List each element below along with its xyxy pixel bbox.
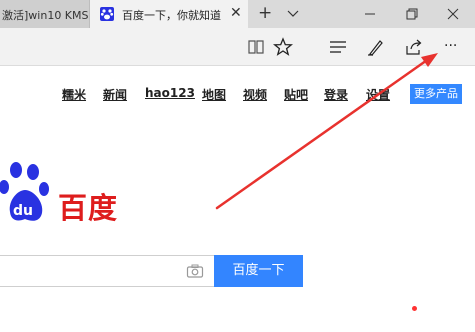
tab-kms[interactable]: 激活]win10 KMS — [0, 0, 90, 28]
window-close-icon[interactable] — [433, 0, 473, 28]
tab-baidu[interactable]: 百度一下，你就知道 ✕ — [90, 0, 248, 28]
search-input[interactable] — [0, 255, 214, 287]
restore-icon[interactable] — [390, 0, 430, 28]
tab-list-chevron-icon[interactable] — [286, 6, 300, 25]
camera-icon[interactable] — [186, 263, 204, 279]
web-note-icon[interactable] — [366, 37, 386, 57]
svg-text:du: du — [13, 203, 33, 219]
link-tieba[interactable]: 贴吧 — [284, 86, 308, 103]
link-map[interactable]: 地图 — [202, 86, 226, 103]
new-tab-icon[interactable]: + — [258, 3, 272, 23]
baidu-top-links: 糯米 新闻 hao123 地图 视频 贴吧 登录 设置 — [0, 84, 475, 106]
search-button[interactable]: 百度一下 — [214, 255, 303, 287]
link-hao123[interactable]: hao123 — [145, 86, 195, 100]
link-news[interactable]: 新闻 — [103, 86, 127, 103]
more-actions-icon[interactable]: ··· — [444, 38, 464, 58]
link-video[interactable]: 视频 — [243, 86, 267, 103]
baidu-favicon-icon — [100, 7, 114, 21]
tab-baidu-title: 百度一下，你就知道 — [122, 9, 221, 22]
baidu-logo-text: 百度 — [58, 191, 119, 225]
favorite-star-icon[interactable] — [272, 37, 294, 57]
link-login[interactable]: 登录 — [324, 86, 348, 103]
minimize-icon[interactable] — [350, 0, 390, 28]
tab-kms-title: 激活]win10 KMS — [2, 9, 89, 22]
hub-icon[interactable] — [328, 37, 348, 57]
tab-strip: 激活]win10 KMS 百度一下，你就知道 ✕ + — [0, 0, 475, 28]
browser-toolbar: ··· — [0, 28, 475, 66]
red-dot-mark — [412, 306, 417, 311]
reading-view-icon[interactable] — [246, 37, 266, 57]
link-settings[interactable]: 设置 — [366, 86, 390, 103]
more-products-button[interactable]: 更多产品 — [410, 84, 462, 104]
link-nuomi[interactable]: 糯米 — [62, 86, 86, 103]
tab-close-icon[interactable]: ✕ — [230, 5, 242, 21]
share-icon[interactable] — [404, 37, 424, 57]
